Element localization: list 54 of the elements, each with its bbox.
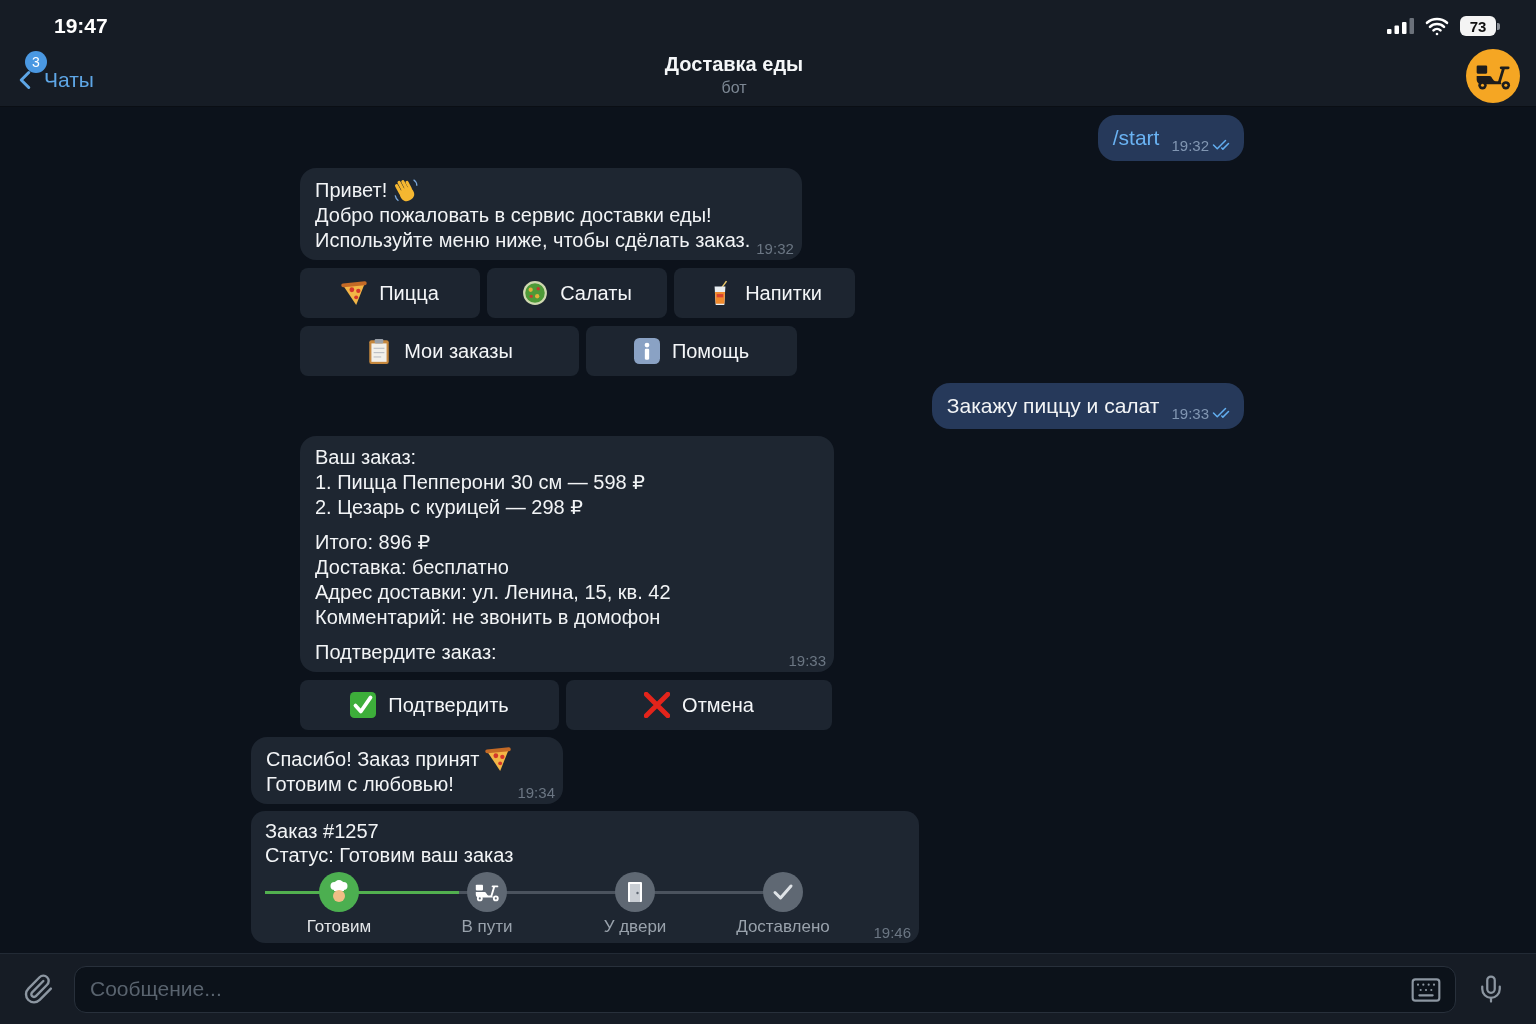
message-text: Подтвердите заказ: <box>315 640 498 665</box>
chat-title: Доставка еды <box>664 53 804 76</box>
message-time: 19:46 <box>873 924 911 941</box>
salad-bowl-icon <box>522 280 549 306</box>
keyboard-button[interactable]: Напитки <box>674 268 855 318</box>
keyboard-button[interactable]: Пицца <box>300 268 480 318</box>
message-text: Готовим с любовью! <box>266 772 455 797</box>
pizza-slice-icon <box>485 746 512 772</box>
scooter-icon <box>467 872 507 912</box>
keyboard-button[interactable]: Подтвердить <box>300 680 559 730</box>
signal-icon <box>1387 18 1414 34</box>
scooter-avatar-icon[interactable] <box>1466 49 1520 103</box>
keyboard-button[interactable]: Салаты <box>487 268 667 318</box>
chat-subtitle: бот <box>721 79 747 97</box>
door-icon <box>615 872 655 912</box>
message-text: Комментарий: не звонить в домофон <box>315 605 662 630</box>
message-text: 1. Пицца Пепперони 30 см — 598 ₽ <box>315 470 646 495</box>
message-text: Закажу пиццу и салат <box>946 393 1160 419</box>
unread-badge: 3 <box>25 51 47 73</box>
chef-icon <box>319 872 359 912</box>
bot-command-link[interactable]: /start <box>1112 125 1160 151</box>
step-label: В пути <box>461 917 513 937</box>
message-text: Используйте меню ниже, чтобы сдёлать заказ. <box>315 228 751 253</box>
message-text: Итого: 896 ₽ <box>315 530 432 555</box>
message-text: Доставка: бесплатно <box>315 555 510 580</box>
check-mark-icon <box>350 692 377 718</box>
message-text: Добро пожаловать в сервис доставки еды! <box>315 203 713 228</box>
message-text: 2. Цезарь с курицей — 298 ₽ <box>315 495 584 520</box>
order-status: Статус: Готовим ваш заказ <box>265 843 515 867</box>
step-label: У двери <box>603 917 667 937</box>
message-time: 19:33 <box>788 652 826 669</box>
waving-hand-icon <box>393 177 420 203</box>
status-time: 19:47 <box>54 14 108 38</box>
order-number: Заказ #1257 <box>265 819 380 843</box>
message-time: 19:33 <box>1171 404 1209 422</box>
message-text: Ваш заказ: <box>315 445 418 470</box>
battery-percent: 73 <box>1469 17 1487 35</box>
message-time: 19:32 <box>1171 136 1209 154</box>
cross-mark-icon <box>644 692 671 718</box>
keyboard-button[interactable]: Мои заказы <box>300 326 579 376</box>
keyboard-button[interactable]: Отмена <box>566 680 832 730</box>
attach-icon[interactable] <box>22 973 54 1005</box>
message-text: Привет! <box>315 177 388 203</box>
keyboard-button[interactable]: Помощь <box>586 326 797 376</box>
message-text: Адрес доставки: ул. Ленина, 15, кв. 42 <box>315 580 672 605</box>
info-icon <box>633 338 660 364</box>
checkmark-icon <box>763 872 803 912</box>
message-time: 19:32 <box>756 240 794 257</box>
message-time: 19:34 <box>517 784 555 801</box>
pizza-slice-icon <box>341 280 368 306</box>
step-label: Доставлено <box>736 917 830 937</box>
message-input[interactable]: Сообщение... <box>74 965 1456 1013</box>
message-text: Спасибо! Заказ принят <box>266 746 480 772</box>
step-label: Готовим <box>306 917 372 937</box>
